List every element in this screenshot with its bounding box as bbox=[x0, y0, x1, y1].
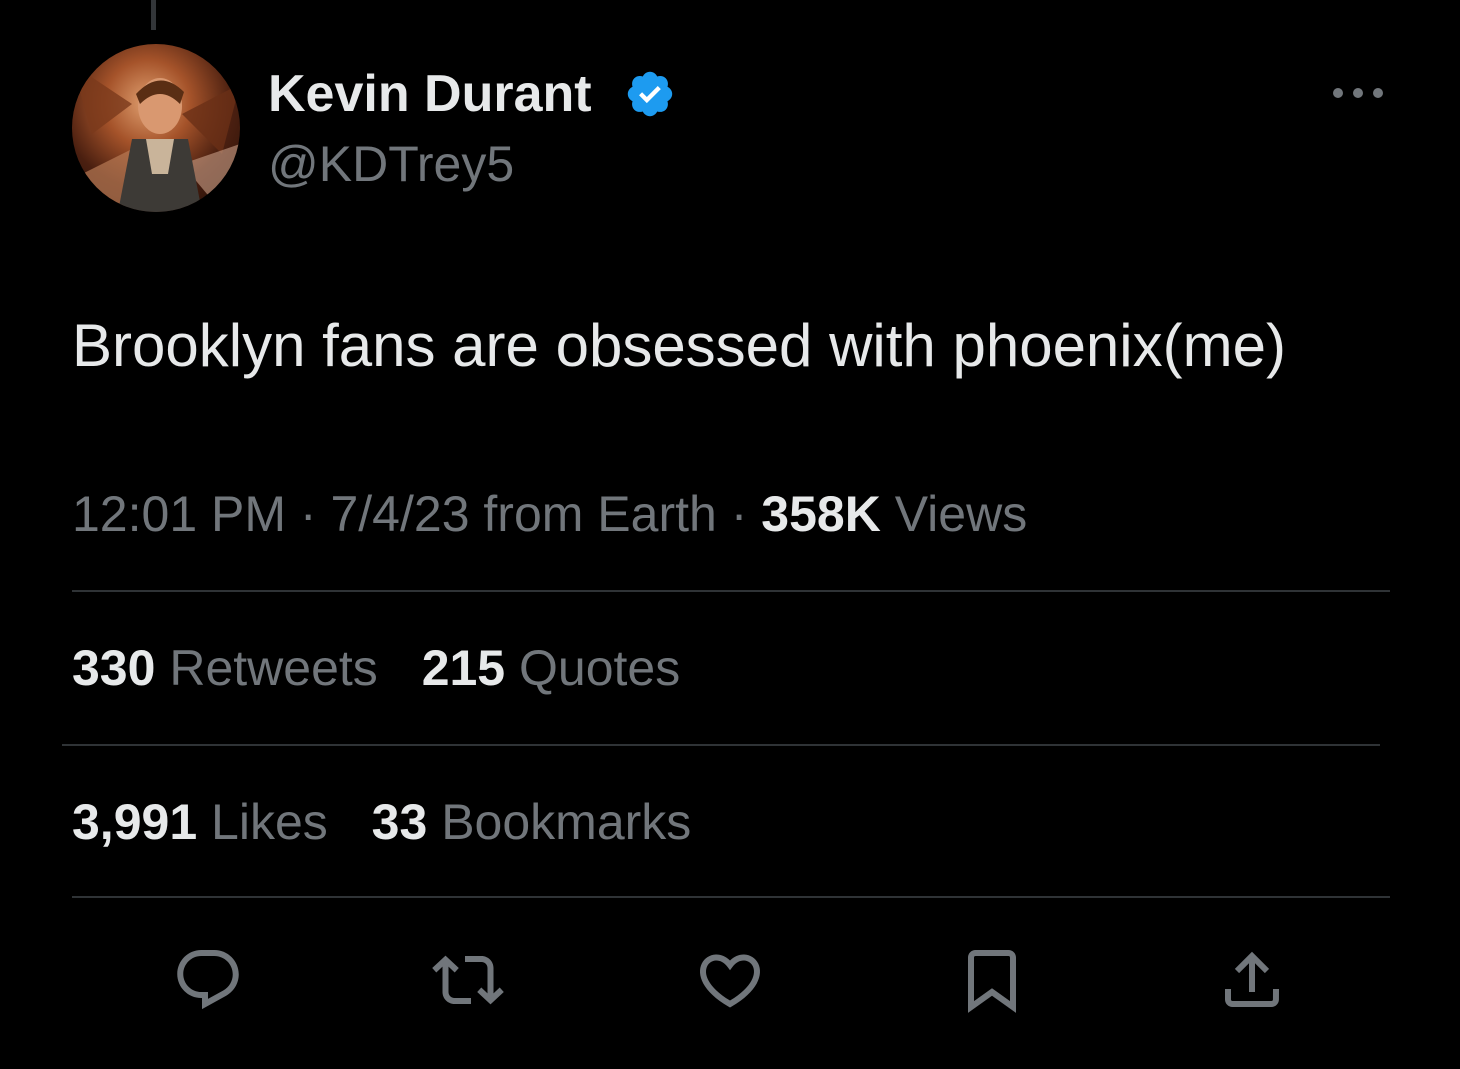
verified-badge-icon[interactable] bbox=[624, 68, 676, 120]
bookmark-icon bbox=[968, 950, 1016, 1013]
divider bbox=[72, 896, 1390, 898]
tweet-time[interactable]: 12:01 PM bbox=[72, 486, 286, 542]
like-icon bbox=[699, 954, 761, 1008]
views-label[interactable]: Views bbox=[895, 486, 1027, 542]
bookmarks-label: Bookmarks bbox=[441, 794, 692, 850]
more-options-icon[interactable] bbox=[1328, 78, 1388, 108]
quotes-stat[interactable]: 215 Quotes bbox=[422, 640, 681, 696]
retweet-button[interactable] bbox=[428, 940, 508, 1020]
like-button[interactable] bbox=[690, 940, 770, 1020]
share-icon bbox=[1225, 951, 1279, 1007]
like-bookmark-stats: 3,991 Likes 33 Bookmarks bbox=[72, 792, 721, 852]
tweet-source: from Earth bbox=[483, 486, 717, 542]
tweet-date[interactable]: 7/4/23 bbox=[330, 486, 469, 542]
divider bbox=[72, 590, 1390, 592]
author-handle[interactable]: @KDTrey5 bbox=[268, 134, 514, 194]
share-button[interactable] bbox=[1212, 940, 1292, 1020]
bookmarks-stat[interactable]: 33 Bookmarks bbox=[372, 794, 692, 850]
quotes-label: Quotes bbox=[519, 640, 681, 696]
quotes-count: 215 bbox=[421, 640, 506, 696]
likes-stat[interactable]: 3,991 Likes bbox=[72, 794, 328, 850]
divider bbox=[62, 744, 1380, 746]
likes-count: 3,991 bbox=[72, 794, 198, 850]
author-display-name[interactable]: Kevin Durant bbox=[268, 62, 592, 126]
profile-avatar[interactable] bbox=[72, 44, 240, 212]
retweets-stat[interactable]: 330 Retweets bbox=[72, 640, 378, 696]
views-count[interactable]: 358K bbox=[761, 486, 881, 542]
retweets-label: Retweets bbox=[169, 640, 378, 696]
meta-separator: · bbox=[730, 486, 748, 542]
retweet-icon bbox=[432, 955, 504, 1005]
bookmarks-count: 33 bbox=[371, 794, 428, 850]
retweets-count: 330 bbox=[72, 640, 156, 696]
reply-button[interactable] bbox=[168, 940, 248, 1020]
thread-connector-line bbox=[151, 0, 156, 30]
tweet-text: Brooklyn fans are obsessed with phoenix(… bbox=[72, 312, 1286, 379]
bookmark-button[interactable] bbox=[952, 940, 1032, 1020]
retweet-quote-stats: 330 Retweets 215 Quotes bbox=[72, 638, 710, 698]
avatar-image bbox=[72, 64, 240, 212]
meta-separator: · bbox=[299, 486, 317, 542]
reply-icon bbox=[177, 950, 239, 1010]
likes-label: Likes bbox=[211, 794, 328, 850]
tweet-meta: 12:01 PM · 7/4/23 from Earth · 358K View… bbox=[72, 484, 1027, 544]
